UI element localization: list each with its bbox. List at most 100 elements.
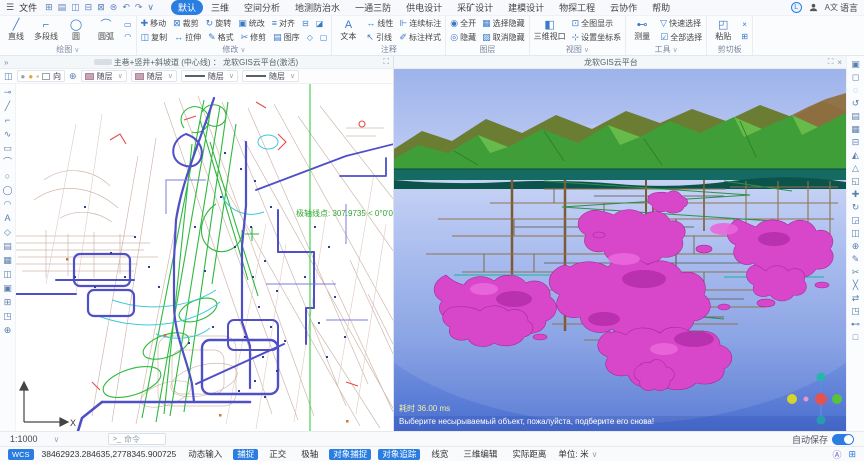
delete-3d-icon[interactable]: ⊟ — [852, 137, 860, 147]
status-toggle[interactable]: 正交 — [265, 449, 290, 460]
quick-select-button[interactable]: ▽快速选择 — [660, 18, 702, 29]
cut-3d-icon[interactable]: ✂ — [852, 267, 860, 277]
delete-button[interactable]: ⊟ — [302, 19, 309, 28]
set-crs-button[interactable]: ⊹设置坐标系 — [572, 32, 622, 43]
cad-canvas[interactable]: X — [16, 84, 393, 431]
viewport-3d-button[interactable]: ◧三维视口 — [534, 19, 566, 42]
panel-collapse-icon[interactable]: » — [4, 58, 8, 67]
rotate-3d-icon[interactable]: ↻ — [852, 202, 860, 212]
flip-3d-icon[interactable]: ⇄ — [852, 293, 860, 303]
globe-icon[interactable]: ⊕ — [69, 71, 77, 82]
box-3d-icon[interactable]: □ — [853, 332, 858, 342]
copy-button[interactable]: ◫复制 — [141, 32, 168, 43]
stretch-button[interactable]: ↔拉伸 — [174, 32, 201, 43]
circle-tool-icon[interactable]: ○ — [5, 171, 10, 181]
clipboard-panel-icon[interactable]: ⊞ — [848, 449, 856, 460]
arc-button[interactable]: ⌒圆弧 — [94, 19, 118, 42]
align-tool-icon[interactable]: ▤ — [3, 241, 12, 251]
rectangle-tool-button[interactable]: ▭ — [124, 20, 132, 29]
polygon-tool-icon[interactable]: ◇ — [4, 227, 11, 237]
insert-tool-icon[interactable]: ⊕ — [4, 325, 12, 335]
history-dropdown-icon[interactable]: ∨ — [147, 3, 154, 12]
batch-edit-button[interactable]: ▣统改 — [238, 18, 265, 29]
cube-button[interactable]: ◇ — [307, 33, 313, 42]
ribbon-tab[interactable]: 默认 — [171, 0, 203, 15]
table-tool-icon[interactable]: ▦ — [3, 255, 12, 265]
move-button[interactable]: ✚移动 — [141, 18, 167, 29]
ribbon-tab[interactable]: 三维 — [204, 0, 236, 15]
text-tool-icon[interactable]: A — [4, 213, 10, 223]
user-avatar[interactable]: L — [791, 2, 802, 13]
export-icon[interactable]: ⊠ — [97, 3, 105, 12]
ribbon-tab[interactable]: 一通三防 — [348, 0, 398, 15]
spline-tool-icon[interactable]: ∿ — [4, 129, 12, 139]
clip-tool-icon[interactable]: ◳ — [3, 311, 12, 321]
scale-3d-icon[interactable]: ◲ — [851, 215, 860, 225]
move-3d-icon[interactable]: ✚ — [852, 189, 860, 199]
polyline-tool-icon[interactable]: ⌐ — [5, 115, 10, 125]
model-tree-icon[interactable]: ▦ — [851, 124, 860, 134]
measure-3d-icon[interactable]: ⊷ — [851, 319, 860, 329]
trim-button[interactable]: ✂修剪 — [241, 32, 267, 43]
print-icon[interactable]: ⊜ — [110, 3, 118, 12]
dimension-tool-icon[interactable]: ⊸ — [4, 87, 12, 97]
crop-button[interactable]: ⊠裁剪 — [173, 18, 199, 29]
maximize-icon[interactable]: ⛶ — [383, 57, 389, 67]
dim-style-button[interactable]: ✐标注样式 — [399, 32, 441, 43]
layer-unhide-button[interactable]: ▨取消隐藏 — [482, 32, 525, 43]
line-button[interactable]: ╱直线 — [4, 19, 28, 42]
arc3pt-tool-icon[interactable]: ◠ — [4, 199, 12, 209]
layer-select-hide-button[interactable]: ▦选择隐藏 — [482, 18, 525, 29]
status-toggle[interactable]: 对象捕捉 — [329, 449, 371, 460]
split-3d-icon[interactable]: ╳ — [853, 280, 858, 290]
lineweight-combo[interactable]: 随层∨ — [242, 70, 299, 82]
new-file-icon[interactable]: ⊞ — [45, 3, 53, 12]
wcs-badge[interactable]: WCS — [8, 449, 34, 460]
save-icon[interactable]: ◫ — [71, 3, 80, 12]
leader-button[interactable]: ↖引线 — [366, 32, 393, 43]
cut-button[interactable]: × — [742, 20, 747, 29]
region-button[interactable]: ▢ — [320, 33, 328, 42]
mirror-3d-icon[interactable]: ◭ — [852, 150, 859, 160]
ribbon-tab[interactable]: 建模设计 — [501, 0, 551, 15]
terrain-icon[interactable]: △ — [852, 163, 859, 173]
status-toggle[interactable]: 极轴 — [297, 449, 322, 460]
polyline-button[interactable]: ⌐多段线 — [34, 19, 58, 42]
layer-all-on-button[interactable]: ◉全开 — [450, 18, 476, 29]
file-menu[interactable]: 文件 — [19, 1, 37, 14]
layers-panel-icon[interactable]: ◫ — [4, 71, 13, 82]
line-tool-icon[interactable]: ╱ — [5, 101, 10, 111]
status-toggle[interactable]: 三维编辑 — [459, 449, 501, 460]
circle-button[interactable]: ◯圆 — [64, 19, 88, 42]
ribbon-tab[interactable]: 物探工程 — [552, 0, 602, 15]
measure-button[interactable]: ⊷测量 — [630, 19, 654, 42]
status-toggle[interactable]: 动态输入 — [184, 449, 226, 460]
ellipse-tool-icon[interactable]: ◯ — [2, 185, 12, 195]
copy-3d-icon[interactable]: ◫ — [851, 228, 860, 238]
save-all-icon[interactable]: ⊟ — [85, 3, 93, 12]
view-group-label[interactable]: 视图∨ — [534, 44, 622, 55]
layer-hide-button[interactable]: ◎隐藏 — [450, 32, 476, 43]
rotate-button[interactable]: ↻旋转 — [206, 18, 232, 29]
format-brush-button[interactable]: ✎格式 — [208, 32, 234, 43]
copy-format-button[interactable]: ⊞ — [741, 32, 748, 41]
draw-group-label[interactable]: 绘图∨ — [4, 44, 132, 55]
clip-3d-icon[interactable]: ◳ — [851, 306, 860, 316]
continue-dim-button[interactable]: ⊩连续标注 — [399, 18, 441, 29]
select-all-button[interactable]: ☑全部选择 — [660, 32, 702, 43]
ribbon-tab[interactable]: 地测防治水 — [288, 0, 347, 15]
select-3d-icon[interactable]: ▣ — [851, 59, 860, 69]
paste-button[interactable]: ◰粘贴 — [711, 19, 735, 42]
autosave-toggle[interactable] — [832, 434, 854, 445]
linear-dim-button[interactable]: ↔线性 — [366, 18, 393, 29]
assistant-icon[interactable]: Ⓐ — [832, 448, 841, 461]
align-button[interactable]: ≡对齐 — [272, 18, 295, 29]
draw-order-button[interactable]: ▤图序 — [273, 32, 300, 43]
status-toggle[interactable]: 实际距离 — [508, 449, 550, 460]
command-input[interactable]: >_命令 — [108, 433, 166, 445]
color-combo-2[interactable]: 随层∨ — [131, 70, 177, 82]
layer-combo[interactable]: ● ● ▪ 向 — [17, 70, 66, 82]
person-icon[interactable] — [809, 3, 818, 12]
image-tool-icon[interactable]: ▣ — [3, 283, 12, 293]
language-switcher[interactable]: A文语言 — [825, 1, 858, 14]
